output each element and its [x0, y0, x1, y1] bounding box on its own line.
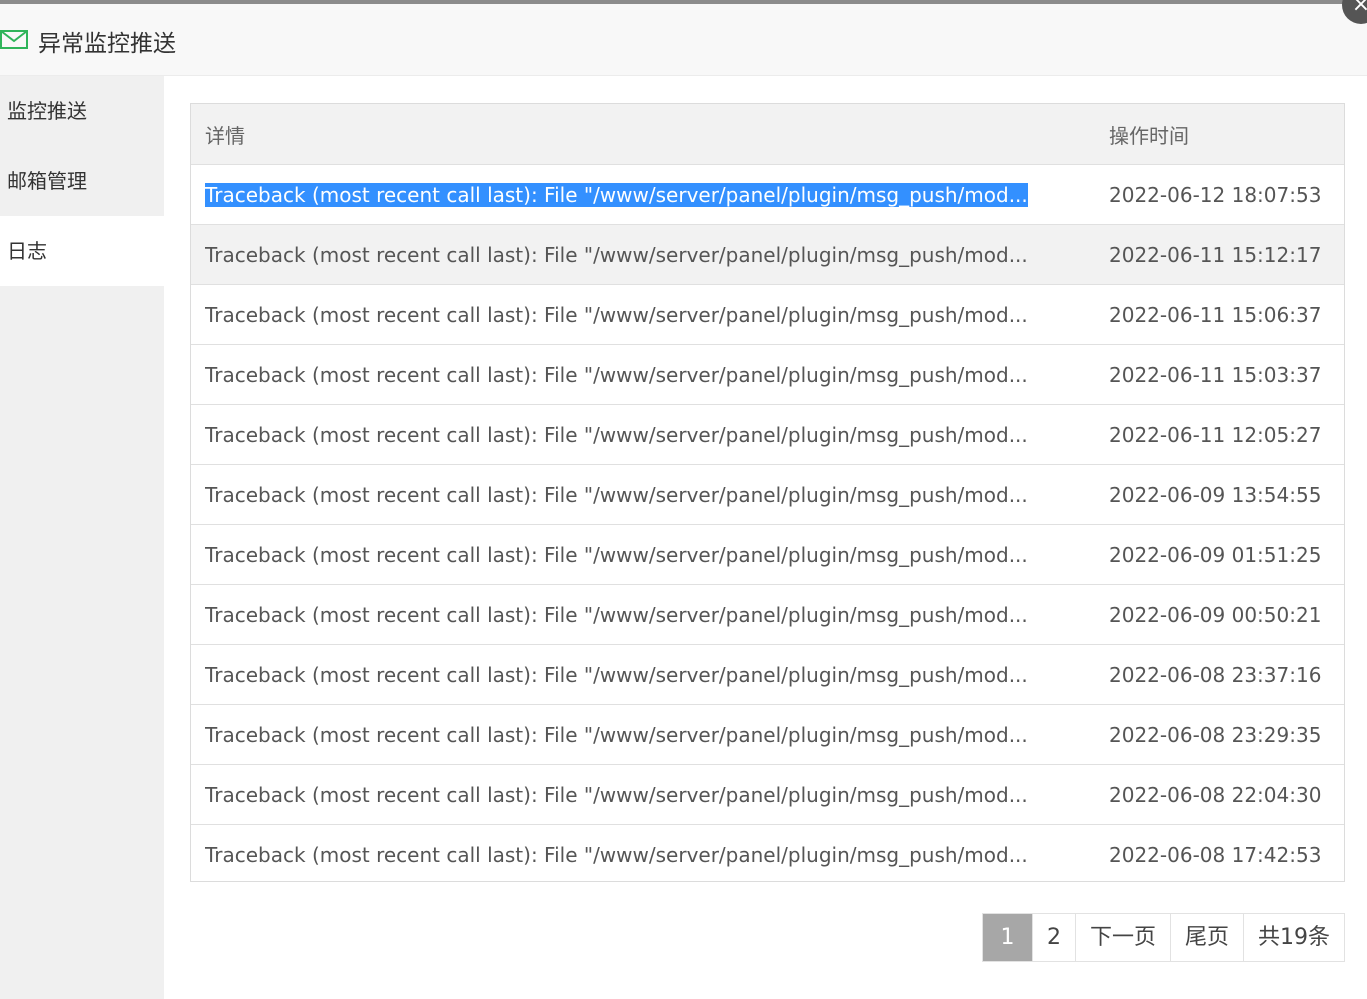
- total-count-label: 共19条: [1243, 914, 1344, 961]
- column-header-detail: 详情: [191, 104, 1095, 165]
- log-detail-text[interactable]: Traceback (most recent call last): File …: [205, 663, 1028, 687]
- log-detail-cell: Traceback (most recent call last): File …: [191, 764, 1095, 825]
- log-time-cell: 2022-06-11 15:03:37: [1095, 344, 1344, 405]
- log-detail-text[interactable]: Traceback (most recent call last): File …: [205, 423, 1028, 447]
- log-detail-cell: Traceback (most recent call last): File …: [191, 704, 1095, 765]
- log-detail-cell: Traceback (most recent call last): File …: [191, 164, 1095, 225]
- sidebar: 监控推送 邮箱管理 日志: [0, 76, 164, 999]
- log-time-cell: 2022-06-08 23:29:35: [1095, 704, 1344, 765]
- log-time-cell: 2022-06-11 15:06:37: [1095, 284, 1344, 345]
- table-row[interactable]: Traceback (most recent call last): File …: [191, 584, 1344, 645]
- table-row[interactable]: Traceback (most recent call last): File …: [191, 284, 1344, 345]
- log-time-cell: 2022-06-08 17:42:53: [1109, 842, 1322, 867]
- pagination: 1 2 下一页 尾页 共19条: [981, 913, 1345, 962]
- sidebar-item-mailbox-management[interactable]: 邮箱管理: [0, 146, 164, 216]
- log-detail-cell: Traceback (most recent call last): File …: [191, 584, 1095, 645]
- log-detail-text[interactable]: Traceback (most recent call last): File …: [205, 483, 1028, 507]
- log-detail-cell: Traceback (most recent call last): File …: [191, 464, 1095, 525]
- table-row[interactable]: Traceback (most recent call last): File …: [191, 404, 1344, 465]
- table-header-row: 详情 操作时间: [191, 104, 1344, 165]
- table-row[interactable]: Traceback (most recent call last): File …: [191, 224, 1344, 285]
- page-button-2[interactable]: 2: [1031, 914, 1075, 961]
- log-detail-text[interactable]: Traceback (most recent call last): File …: [205, 603, 1028, 627]
- log-time-cell: 2022-06-09 13:54:55: [1095, 464, 1344, 525]
- table-row[interactable]: Traceback (most recent call last): File …: [191, 344, 1344, 405]
- log-time-cell: 2022-06-08 22:04:30: [1095, 764, 1344, 825]
- log-detail-text[interactable]: Traceback (most recent call last): File …: [205, 243, 1028, 267]
- log-time-cell: 2022-06-09 00:50:21: [1095, 584, 1344, 645]
- last-page-button[interactable]: 尾页: [1169, 914, 1243, 961]
- page-button-1[interactable]: 1: [982, 914, 1032, 961]
- log-detail-cell: Traceback (most recent call last): File …: [191, 404, 1095, 465]
- log-detail-text[interactable]: Traceback (most recent call last): File …: [205, 723, 1028, 747]
- log-detail-cell: Traceback (most recent call last): File …: [191, 224, 1095, 285]
- log-detail-cell: Traceback (most recent call last): File …: [191, 644, 1095, 705]
- log-detail-text[interactable]: Traceback (most recent call last): File …: [205, 783, 1028, 807]
- log-time-cell: 2022-06-11 15:12:17: [1095, 224, 1344, 285]
- table-row[interactable]: Traceback (most recent call last): File …: [191, 644, 1344, 705]
- sidebar-item-log[interactable]: 日志: [0, 216, 164, 286]
- table-row[interactable]: Traceback (most recent call last): File …: [191, 764, 1344, 825]
- table-row[interactable]: Traceback (most recent call last): File …: [191, 704, 1344, 765]
- next-page-button[interactable]: 下一页: [1074, 914, 1170, 961]
- sidebar-item-monitor-push[interactable]: 监控推送: [0, 76, 164, 146]
- log-detail-cell: Traceback (most recent call last): File …: [191, 344, 1095, 405]
- log-detail-text[interactable]: Traceback (most recent call last): File …: [205, 303, 1028, 327]
- log-detail-text[interactable]: Traceback (most recent call last): File …: [205, 183, 1028, 208]
- mail-icon: [0, 28, 30, 52]
- table-row[interactable]: Traceback (most recent call last): File …: [191, 825, 1344, 885]
- log-detail-cell: Traceback (most recent call last): File …: [191, 284, 1095, 345]
- table-row[interactable]: Traceback (most recent call last): File …: [191, 524, 1344, 585]
- log-time-cell: 2022-06-09 01:51:25: [1095, 524, 1344, 585]
- table-row[interactable]: Traceback (most recent call last): File …: [191, 164, 1344, 225]
- window-title-bar: 异常监控推送: [0, 4, 1367, 76]
- log-detail-cell: Traceback (most recent call last): File …: [191, 825, 1095, 885]
- log-detail-text[interactable]: Traceback (most recent call last): File …: [205, 363, 1028, 387]
- table-row[interactable]: Traceback (most recent call last): File …: [191, 464, 1344, 525]
- log-detail-text[interactable]: Traceback (most recent call last): File …: [205, 843, 1028, 867]
- log-detail-cell: Traceback (most recent call last): File …: [191, 524, 1095, 585]
- log-table: 详情 操作时间 Traceback (most recent call last…: [190, 103, 1345, 882]
- window-title: 异常监控推送: [38, 31, 176, 57]
- log-time-cell: 2022-06-11 12:05:27: [1095, 404, 1344, 465]
- log-time-cell: 2022-06-12 18:07:53: [1095, 164, 1344, 225]
- log-time-cell: 2022-06-08 23:37:16: [1095, 644, 1344, 705]
- log-detail-text[interactable]: Traceback (most recent call last): File …: [205, 543, 1028, 567]
- column-header-time: 操作时间: [1095, 104, 1344, 165]
